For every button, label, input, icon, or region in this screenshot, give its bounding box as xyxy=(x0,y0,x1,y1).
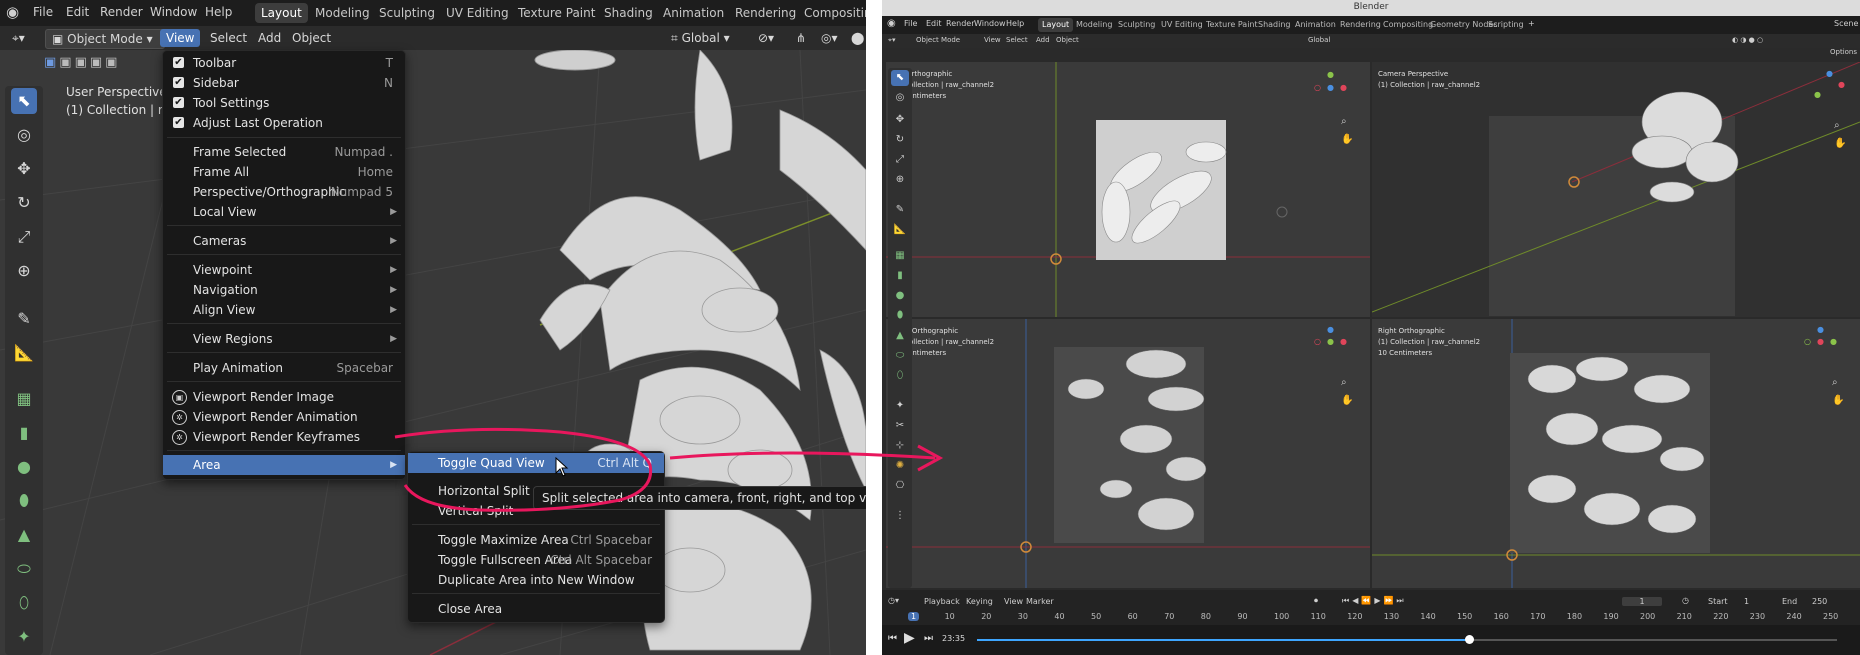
annotation-overlay xyxy=(394,427,944,512)
